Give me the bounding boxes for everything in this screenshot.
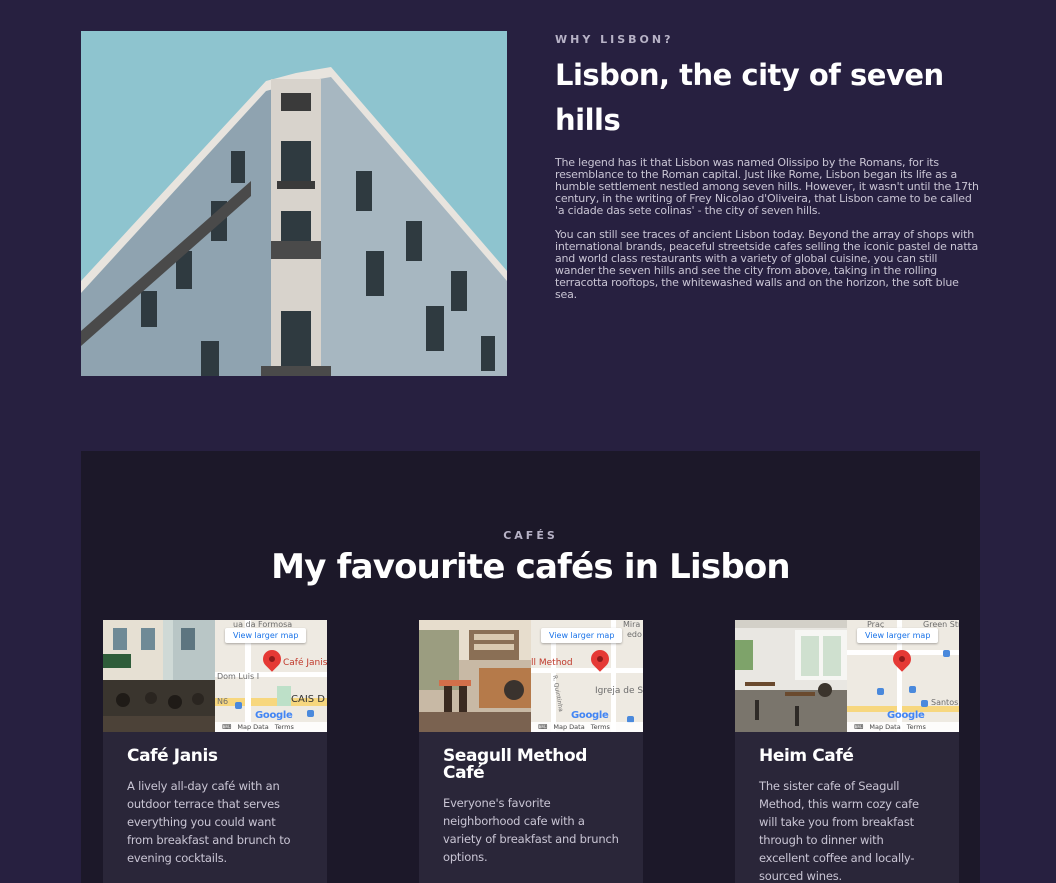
cafe-card: ua da Formosa Dom Luis I CAIS D N6 Café … bbox=[103, 620, 327, 883]
cafes-section: CAFÉS My favourite cafés in Lisbon ua da… bbox=[81, 451, 980, 883]
cafe-map[interactable]: ua da Formosa Dom Luis I CAIS D N6 Café … bbox=[215, 620, 327, 732]
map-poi-icon bbox=[943, 650, 950, 657]
cafe-photo bbox=[735, 620, 847, 732]
google-logo: Google bbox=[571, 710, 609, 721]
keyboard-icon[interactable]: ⌨ bbox=[854, 723, 863, 731]
map-terms-link[interactable]: Terms bbox=[907, 723, 926, 731]
map-terms-link[interactable]: Terms bbox=[591, 723, 610, 731]
why-lisbon-eyebrow: WHY LISBON? bbox=[555, 33, 674, 46]
cafe-card: Green Stre Santos Praç View larger map G… bbox=[735, 620, 959, 883]
cafe-map[interactable]: Mira edo Igreja de S R. Quintinha ll Met… bbox=[531, 620, 643, 732]
map-poi-icon bbox=[235, 702, 242, 709]
cafe-description: A lively all-day café with an outdoor te… bbox=[127, 779, 291, 865]
map-street-label: Igreja de S bbox=[595, 686, 643, 696]
view-larger-map-link[interactable]: View larger map bbox=[857, 628, 939, 643]
view-larger-map-link[interactable]: View larger map bbox=[225, 628, 307, 643]
map-street-label: Santos bbox=[931, 698, 959, 707]
map-footer: ⌨ Map Data Terms bbox=[215, 722, 327, 732]
map-data-link[interactable]: Map Data bbox=[237, 723, 268, 731]
map-footer: ⌨ Map Data Terms bbox=[531, 722, 643, 732]
google-logo: Google bbox=[887, 710, 925, 721]
cafe-photo bbox=[103, 620, 215, 732]
map-street-label: Mira bbox=[623, 620, 641, 629]
cafe-description: The sister cafe of Seagull Method, this … bbox=[759, 779, 919, 883]
map-poi-icon bbox=[307, 710, 314, 717]
google-logo: Google bbox=[255, 710, 293, 721]
map-street-label: N6 bbox=[217, 697, 229, 706]
view-larger-map-link[interactable]: View larger map bbox=[541, 628, 623, 643]
cafe-map[interactable]: Green Stre Santos Praç View larger map G… bbox=[847, 620, 959, 732]
map-data-link[interactable]: Map Data bbox=[553, 723, 584, 731]
cafe-description: Everyone's favorite neighborhood cafe wi… bbox=[443, 796, 619, 864]
lisbon-building-photo bbox=[81, 31, 507, 376]
cafe-name: Heim Café bbox=[759, 746, 854, 766]
map-place-label: ll Method bbox=[531, 658, 573, 668]
cafe-name: Seagull Method Café bbox=[443, 746, 588, 783]
map-footer: ⌨ Map Data Terms bbox=[847, 722, 959, 732]
map-street-label: CAIS D bbox=[291, 694, 325, 705]
keyboard-icon[interactable]: ⌨ bbox=[538, 723, 547, 731]
cafe-photo bbox=[419, 620, 531, 732]
why-lisbon-paragraph-1: The legend has it that Lisbon was named … bbox=[555, 156, 979, 217]
why-lisbon-title: Lisbon, the city of seven hills bbox=[555, 58, 944, 137]
why-lisbon-section: WHY LISBON? Lisbon, the city of seven hi… bbox=[555, 33, 980, 301]
cafes-eyebrow: CAFÉS bbox=[503, 529, 558, 542]
map-place-label: Café Janis bbox=[283, 658, 327, 668]
map-poi-icon bbox=[921, 700, 928, 707]
cafe-name: Café Janis bbox=[127, 746, 218, 766]
cafe-card: Mira edo Igreja de S R. Quintinha ll Met… bbox=[419, 620, 643, 883]
map-street-label: edo bbox=[627, 630, 642, 639]
why-lisbon-paragraph-2: You can still see traces of ancient Lisb… bbox=[555, 228, 979, 301]
map-poi-icon bbox=[877, 688, 884, 695]
map-data-link[interactable]: Map Data bbox=[869, 723, 900, 731]
map-pin-icon bbox=[259, 646, 285, 672]
map-street-label: Dom Luis I bbox=[217, 672, 260, 681]
map-terms-link[interactable]: Terms bbox=[275, 723, 294, 731]
map-poi-icon bbox=[909, 686, 916, 693]
keyboard-icon[interactable]: ⌨ bbox=[222, 723, 231, 731]
cafes-title: My favourite cafés in Lisbon bbox=[271, 547, 790, 587]
